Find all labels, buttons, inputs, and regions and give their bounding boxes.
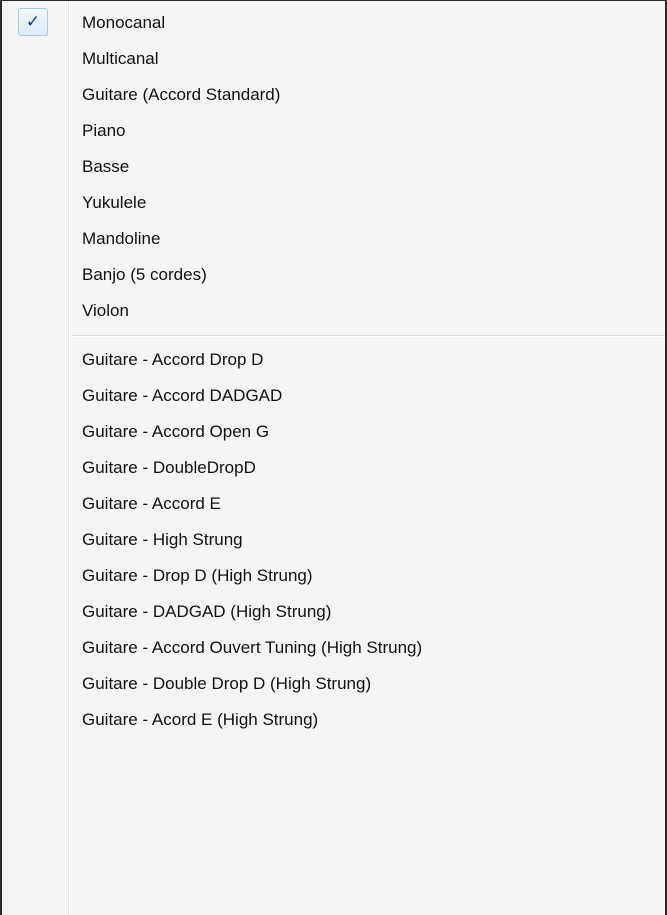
menu-item-label: Guitare - Accord Drop D	[82, 350, 264, 369]
menu-item-label: Guitare - Accord E	[82, 494, 221, 513]
menu-item-label: Guitare - Accord DADGAD	[82, 386, 283, 405]
context-menu: ✓ Monocanal Multicanal Guitare (Accord S…	[0, 0, 667, 915]
menu-item-mandoline[interactable]: Mandoline	[2, 221, 665, 257]
menu-item-label: Yukulele	[82, 193, 147, 212]
menu-item-guitare-dadgad[interactable]: Guitare - Accord DADGAD	[2, 378, 665, 414]
menu-item-label: Mandoline	[82, 229, 161, 248]
menu-item-label: Multicanal	[82, 49, 159, 68]
menu-item-label: Monocanal	[82, 13, 166, 32]
menu-item-label: Guitare (Accord Standard)	[82, 85, 281, 104]
menu-item-label: Guitare - DoubleDropD	[82, 458, 256, 477]
menu-item-guitare-drop-d-high-strung[interactable]: Guitare - Drop D (High Strung)	[2, 558, 665, 594]
menu-item-guitare-standard[interactable]: Guitare (Accord Standard)	[2, 77, 665, 113]
checkmark-icon: ✓	[18, 8, 48, 36]
menu-item-guitare-drop-d[interactable]: Guitare - Accord Drop D	[2, 342, 665, 378]
menu-item-label: Guitare - Accord Open G	[82, 422, 270, 441]
menu-item-label: Violon	[82, 301, 129, 320]
menu-item-guitare-high-strung[interactable]: Guitare - High Strung	[2, 522, 665, 558]
menu-item-guitare-open-g[interactable]: Guitare - Accord Open G	[2, 414, 665, 450]
menu-item-guitare-dadgad-high-strung[interactable]: Guitare - DADGAD (High Strung)	[2, 594, 665, 630]
menu-item-label: Guitare - Double Drop D (High Strung)	[82, 674, 372, 693]
menu-item-label: Guitare - High Strung	[82, 530, 243, 549]
menu-item-label: Guitare - Drop D (High Strung)	[82, 566, 313, 585]
menu-item-guitare-acord-e-high-strung[interactable]: Guitare - Acord E (High Strung)	[2, 702, 665, 738]
menu-item-guitare-accord-e[interactable]: Guitare - Accord E	[2, 486, 665, 522]
menu-item-label: Guitare - Acord E (High Strung)	[82, 710, 319, 729]
menu-item-guitare-doubledropd[interactable]: Guitare - DoubleDropD	[2, 450, 665, 486]
menu-item-guitare-double-drop-d-high-strung[interactable]: Guitare - Double Drop D (High Strung)	[2, 666, 665, 702]
menu-item-label: Guitare - Accord Ouvert Tuning (High Str…	[82, 638, 423, 657]
menu-item-piano[interactable]: Piano	[2, 113, 665, 149]
menu-item-multicanal[interactable]: Multicanal	[2, 41, 665, 77]
menu-separator	[72, 335, 665, 337]
menu-item-basse[interactable]: Basse	[2, 149, 665, 185]
menu-item-guitare-ouvert-tuning-high-strung[interactable]: Guitare - Accord Ouvert Tuning (High Str…	[2, 630, 665, 666]
menu-item-banjo[interactable]: Banjo (5 cordes)	[2, 257, 665, 293]
menu-item-label: Piano	[82, 121, 126, 140]
menu-item-label: Banjo (5 cordes)	[82, 265, 207, 284]
menu-item-label: Basse	[82, 157, 130, 176]
menu-item-monocanal[interactable]: ✓ Monocanal	[2, 5, 665, 41]
menu-item-yukulele[interactable]: Yukulele	[2, 185, 665, 221]
menu-item-violon[interactable]: Violon	[2, 293, 665, 329]
menu-item-label: Guitare - DADGAD (High Strung)	[82, 602, 332, 621]
